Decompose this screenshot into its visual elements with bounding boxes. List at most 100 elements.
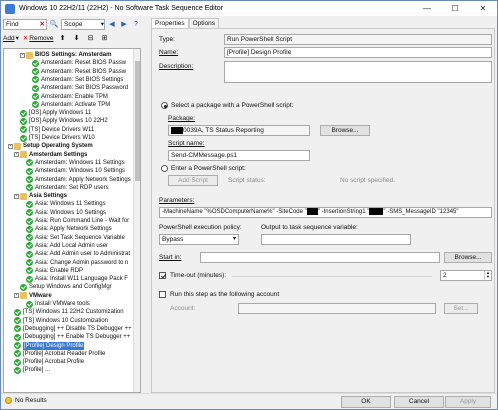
tree-group[interactable]: - VMware	[14, 292, 52, 300]
tree-node-label: Amsterdam: Enable TPM	[41, 93, 108, 100]
tree-step[interactable]: [Debugging] ++ Enable TS Debugger ++	[14, 333, 130, 341]
tab-options[interactable]: Options	[188, 18, 220, 28]
success-check-icon	[26, 225, 33, 233]
tree-step[interactable]: Amsterdam: Reset BIOS Passw	[32, 68, 126, 76]
add-script-button[interactable]: Add Script	[168, 175, 218, 186]
tree-step[interactable]: Asia: Enable RDP	[26, 267, 83, 275]
task-sequence-editor-window: Windows 10 22H2/11 (22H2) - No Software …	[0, 0, 498, 410]
tree-scrollbar[interactable]	[133, 49, 140, 392]
expand-icon[interactable]: ⊞	[100, 33, 110, 43]
collapse-toggle-icon[interactable]: -	[20, 52, 25, 58]
tree-step[interactable]: [Profile] Acrobat Reader Profile	[14, 350, 105, 358]
collapse-toggle-icon[interactable]: -	[14, 193, 19, 199]
success-check-icon	[20, 126, 27, 134]
move-down-icon[interactable]: ⬇	[72, 33, 82, 43]
tree-group[interactable]: - Setup Operating System	[8, 142, 93, 150]
tree-step[interactable]: [Profile] ...	[14, 366, 50, 374]
tree-step[interactable]: Asia: Apply Network Settings	[26, 225, 112, 233]
tree-step[interactable]: Amsterdam: Reset BIOS Passw	[32, 59, 126, 67]
search-icon[interactable]: 🔍	[49, 19, 59, 29]
output-variable-field[interactable]	[261, 234, 411, 245]
description-field[interactable]	[224, 61, 492, 83]
tab-properties[interactable]: Properties	[151, 18, 189, 28]
select-package-label: Select a package with a PowerShell scrip…	[171, 102, 294, 109]
execution-policy-dropdown[interactable]: Bypass ▾	[159, 234, 239, 245]
collapse-toggle-icon[interactable]: -	[14, 152, 19, 158]
tree-step[interactable]: Amsterdam: Windows 11 Settings	[26, 159, 125, 167]
tree-step[interactable]: Amsterdam: Set BIOS Password	[32, 84, 128, 92]
redacted-block	[171, 126, 183, 134]
set-account-button[interactable]: Set...	[444, 303, 478, 314]
tree-group[interactable]: - Amsterdam Settings	[14, 151, 87, 159]
close-button[interactable]: ✕	[469, 1, 497, 16]
tree-step[interactable]: [TS] Windows 11 22H2 Customization	[14, 308, 124, 316]
tree-step[interactable]: [TS] Windows 10 Customization	[14, 317, 108, 325]
browse-start-in-button[interactable]: Browse...	[444, 252, 492, 263]
browse-package-button[interactable]: Browse...	[320, 125, 370, 136]
timeout-spinner[interactable]: 2 ▲ ▼	[440, 270, 492, 281]
run-as-account-checkbox[interactable]	[159, 291, 166, 298]
tree-step[interactable]: Asia: Windows 10 Settings	[26, 209, 106, 217]
help-icon[interactable]: ?	[131, 19, 141, 29]
tree-step[interactable]: Asia: Windows 11 Settings	[26, 200, 106, 208]
tree-step[interactable]: Asia: Add Local Admin user	[26, 242, 108, 250]
tree-step[interactable]: [Profile] Acrobat Profile	[14, 358, 84, 366]
collapse-icon[interactable]: ⊟	[86, 33, 96, 43]
add-button[interactable]: Add ▾	[3, 34, 19, 43]
remove-button[interactable]: ✕ Remove	[23, 34, 54, 43]
script-name-field[interactable]: Send-CMMessage.ps1	[168, 150, 310, 161]
tree-node-label: Install VMWare tools	[35, 301, 90, 307]
name-field[interactable]: [Profile] Design Profile	[224, 47, 492, 58]
tree-step[interactable]: [OS] Apply Windows 10 22H2	[20, 117, 108, 125]
tree-group[interactable]: - BIOS Settings: Amsterdam	[20, 51, 111, 59]
scrollbar-thumb[interactable]	[135, 61, 140, 181]
tree-step[interactable]: Asia: Add Admin user to Administrat	[26, 250, 130, 258]
spinner-arrows-icon[interactable]: ▲ ▼	[484, 271, 491, 280]
folder-icon	[26, 51, 33, 59]
scope-dropdown[interactable]: Scope ▾	[61, 18, 105, 30]
tree-group[interactable]: - Asia Settings	[14, 192, 67, 200]
previous-result-icon[interactable]: ◀	[107, 19, 117, 29]
minimize-button[interactable]: —	[413, 1, 441, 16]
type-label: Type:	[159, 36, 175, 43]
find-input[interactable]: Find ✕	[3, 18, 47, 30]
enter-script-radio[interactable]	[161, 165, 168, 172]
tree-node-label: Setup Operating System	[23, 143, 93, 150]
tree-step[interactable]: [Profile] Design Profile	[14, 341, 85, 350]
tree-step[interactable]: Amsterdam: Set BIOS Settings	[32, 76, 123, 84]
move-up-icon[interactable]: ⬆	[58, 33, 68, 43]
parameters-field[interactable]: -MachineName "%OSDComputerName%" -SiteCo…	[159, 207, 492, 218]
tree-step[interactable]: Setup Windows and ConfigMgr	[20, 283, 112, 291]
task-sequence-tree[interactable]: - BIOS Settings: Amsterdam Amsterdam: Rese…	[3, 48, 141, 393]
tree-step[interactable]: Install VMWare tools	[26, 300, 90, 308]
tree-step[interactable]: Asia: Change Admin password to n	[26, 259, 128, 267]
ok-button[interactable]: OK	[341, 396, 391, 408]
tree-step[interactable]: [OS] Apply Windows 11	[20, 109, 91, 117]
tree-step[interactable]: Asia: Set Task Sequence Variable	[26, 234, 125, 242]
status-bar: No Results OK Cancel Apply	[1, 393, 497, 409]
tree-step[interactable]: Amsterdam: Enable TPM	[32, 93, 108, 101]
tree-step[interactable]: [TS] Device Drivers W10	[20, 134, 95, 142]
tree-step[interactable]: Amsterdam: Windows 10 Settings	[26, 167, 125, 175]
cancel-button[interactable]: Cancel	[394, 396, 444, 408]
tree-step[interactable]: [Debugging] ++ Disable TS Debugger ++	[14, 325, 132, 333]
collapse-toggle-icon[interactable]: -	[14, 293, 19, 299]
tree-step[interactable]: Amsterdam: Apply Network Settings	[26, 176, 131, 184]
tree-step[interactable]: Amsterdam: Activate TPM	[32, 101, 110, 109]
tree-step[interactable]: [TS] Device Drivers W11	[20, 126, 94, 134]
timeout-checkbox[interactable]	[159, 272, 166, 279]
next-result-icon[interactable]: ▶	[119, 19, 129, 29]
left-pane: Find ✕ 🔍 Scope ▾ ◀ ▶ ? Add ▾ ✕ Remove ⬆ …	[3, 18, 149, 393]
collapse-toggle-icon[interactable]: -	[8, 143, 13, 149]
clear-icon[interactable]: ✕	[40, 20, 46, 29]
tree-step[interactable]: Asia: Install W11 Language Pack F	[26, 275, 128, 283]
tree-node-label: Asia: Set Task Sequence Variable	[35, 234, 125, 241]
tree-step[interactable]: Amsterdam: Set RDP users	[26, 184, 109, 192]
maximize-button[interactable]: ☐	[441, 1, 469, 16]
tree-step[interactable]: Asia: Run Command Line - Wait for	[26, 217, 129, 225]
start-in-field[interactable]	[200, 252, 440, 263]
apply-button[interactable]: Apply	[445, 396, 491, 408]
select-package-radio[interactable]	[161, 102, 168, 109]
timeout-slider-track[interactable]	[232, 276, 432, 277]
add-label: Add	[3, 34, 15, 42]
